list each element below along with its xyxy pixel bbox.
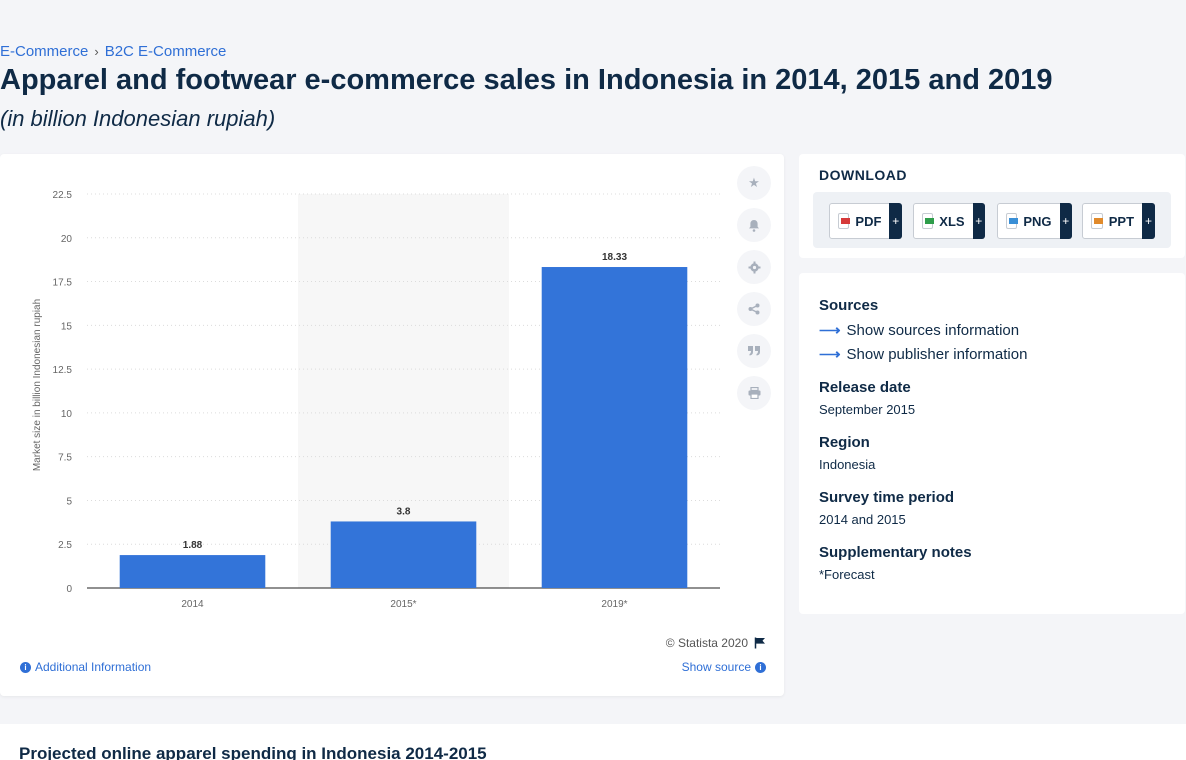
chart-card: 0 2.5 5 7.5 10 12.5 15 17.5 20 22.5 1.88 2014 3.8 201…: [0, 154, 784, 696]
png-icon: [1006, 213, 1018, 229]
star-icon[interactable]: ★: [737, 166, 771, 200]
download-buttons: PDF + XLS + PNG + PPT +: [813, 192, 1171, 248]
page-title: Apparel and footwear e-commerce sales in…: [0, 64, 1053, 96]
y-axis-label: Market size in billion Indonesian rupiah: [32, 299, 43, 471]
arrow-right-icon: ⟶: [819, 322, 841, 339]
show-sources-label: Show sources information: [846, 321, 1020, 339]
show-publisher-label: Show publisher information: [846, 345, 1028, 363]
breadcrumb-ecommerce[interactable]: E-Commerce: [0, 43, 88, 60]
ppt-label: PPT: [1108, 213, 1135, 229]
plus-icon: +: [1142, 203, 1155, 239]
y-tick-label: 12.5: [53, 365, 73, 376]
download-title: DOWNLOAD: [819, 167, 907, 183]
share-icon[interactable]: [737, 292, 771, 326]
data-label: 3.8: [397, 506, 411, 517]
print-icon[interactable]: [737, 376, 771, 410]
y-tick-label: 15: [61, 321, 73, 332]
show-source-link[interactable]: Show source i: [682, 660, 766, 674]
arrow-right-icon: ⟶: [819, 346, 841, 363]
info-icon: i: [20, 661, 31, 673]
pdf-label: PDF: [855, 213, 882, 229]
breadcrumb-separator: ›: [94, 44, 99, 59]
meta-card: Sources ⟶ Show sources information ⟶ Sho…: [799, 273, 1185, 614]
chart-copyright: © Statista 2020: [666, 636, 766, 650]
x-tick-label: 2019*: [601, 599, 627, 610]
data-label: 18.33: [602, 252, 627, 263]
png-label: PNG: [1023, 213, 1052, 229]
breadcrumb-b2c-ecommerce[interactable]: B2C E-Commerce: [105, 43, 227, 60]
plus-icon: +: [972, 203, 985, 239]
plus-icon: +: [1059, 203, 1072, 239]
supplementary-notes-value: *Forecast: [819, 567, 875, 582]
download-png-button[interactable]: PNG +: [997, 203, 1072, 239]
supplementary-notes-heading: Supplementary notes: [819, 544, 972, 561]
additional-information-label: Additional Information: [35, 660, 152, 674]
download-pdf-button[interactable]: PDF +: [829, 203, 902, 239]
pdf-icon: [838, 213, 850, 229]
data-label: 1.88: [183, 540, 203, 551]
flag-icon[interactable]: [754, 637, 766, 649]
bar-2014: [119, 555, 266, 588]
xls-icon: [922, 213, 934, 229]
y-tick-label: 0: [66, 584, 72, 595]
page-subtitle: (in billion Indonesian rupiah): [0, 106, 276, 131]
plus-icon: +: [889, 203, 902, 239]
bar-2019*: [541, 267, 688, 588]
bar-2015*: [330, 521, 477, 588]
y-tick-label: 22.5: [53, 190, 73, 201]
copyright-text: © Statista 2020: [665, 636, 748, 650]
survey-period-value: 2014 and 2015: [819, 512, 906, 527]
y-tick-label: 17.5: [53, 278, 73, 289]
quote-icon[interactable]: [737, 334, 771, 368]
xls-label: XLS: [939, 213, 965, 229]
y-tick-label: 20: [61, 234, 73, 245]
bar-chart: 0 2.5 5 7.5 10 12.5 15 17.5 20 22.5 1.88 2014 3.8 201…: [32, 190, 720, 610]
show-source-label: Show source: [681, 660, 751, 674]
release-date-heading: Release date: [819, 379, 911, 396]
download-ppt-button[interactable]: PPT +: [1082, 203, 1155, 239]
download-xls-button[interactable]: XLS +: [913, 203, 985, 239]
show-sources-link[interactable]: ⟶ Show sources information: [819, 321, 1020, 340]
x-tick-label: 2014: [181, 599, 204, 610]
y-tick-label: 7.5: [58, 453, 72, 464]
related-statistic-title: Projected online apparel spending in Ind…: [19, 744, 487, 760]
gear-icon[interactable]: [737, 250, 771, 284]
download-card: DOWNLOAD PDF + XLS + PNG + PPT +: [799, 154, 1185, 258]
related-statistic-card[interactable]: Projected online apparel spending in Ind…: [0, 724, 1186, 760]
breadcrumb: E-Commerce › B2C E-Commerce: [0, 43, 226, 60]
additional-information-link[interactable]: i Additional Information: [20, 660, 151, 674]
show-publisher-link[interactable]: ⟶ Show publisher information: [819, 345, 1028, 364]
ppt-icon: [1091, 213, 1103, 229]
y-tick-label: 5: [66, 496, 72, 507]
top-bar: [0, 0, 1186, 36]
info-icon: i: [755, 661, 766, 673]
sources-heading: Sources: [819, 297, 879, 314]
survey-period-heading: Survey time period: [819, 489, 955, 506]
bell-icon[interactable]: [737, 208, 771, 242]
release-date-value: September 2015: [819, 402, 916, 417]
y-tick-label: 2.5: [58, 540, 72, 551]
region-heading: Region: [819, 434, 870, 451]
x-tick-label: 2015*: [390, 599, 416, 610]
region-value: Indonesia: [819, 457, 876, 472]
y-tick-label: 10: [61, 409, 73, 420]
chart-toolbar: ★: [737, 166, 773, 418]
